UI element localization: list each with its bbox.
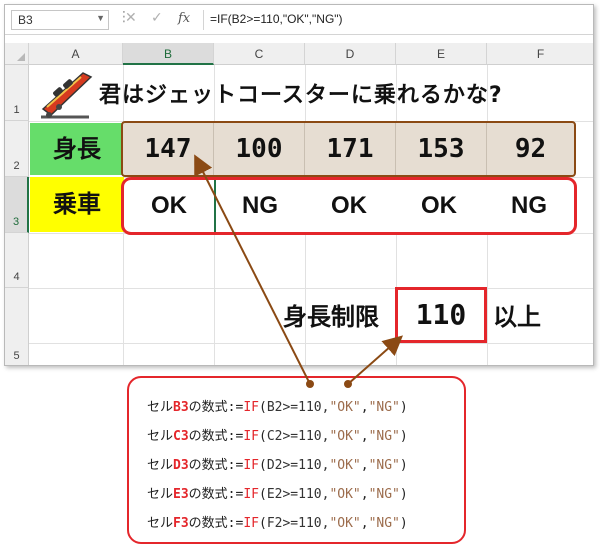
- formula-note: セルB3の数式:=IF(B2>=110,"OK","NG") セルC3の数式:=…: [127, 376, 466, 544]
- height-limit-suffix: 以上: [493, 303, 541, 331]
- excel-window: B3 ▼ ⋮ ✕ ✓ fx =IF(B2>=110,"OK","NG") A B…: [4, 4, 594, 366]
- ride-label-cell[interactable]: 乗車: [30, 177, 124, 232]
- result-cell-d3[interactable]: OK: [304, 180, 394, 232]
- height-label-cell[interactable]: 身長: [30, 123, 124, 175]
- result-cell-e3[interactable]: OK: [394, 180, 484, 232]
- height-cell-b2[interactable]: 147: [123, 123, 214, 175]
- name-box-value: B3: [18, 13, 33, 27]
- enter-icon[interactable]: ✓: [151, 10, 163, 26]
- chevron-down-icon[interactable]: ▼: [96, 13, 105, 23]
- insert-function-icon[interactable]: fx: [178, 11, 190, 26]
- row-header-4[interactable]: 4: [5, 233, 29, 288]
- height-values-row: 147 100 171 153 92: [121, 121, 576, 177]
- row-header-1[interactable]: 1: [5, 65, 29, 121]
- select-all-corner[interactable]: [5, 43, 29, 65]
- row-header-2[interactable]: 2: [5, 121, 29, 177]
- height-limit-cell[interactable]: 110: [395, 287, 487, 343]
- height-cell-f2[interactable]: 92: [487, 123, 574, 175]
- result-cell-f3[interactable]: NG: [484, 180, 574, 232]
- page-title: 君はジェットコースターに乗れるかな?: [99, 83, 503, 108]
- column-header-f[interactable]: F: [487, 43, 593, 65]
- ride-results-row: OK NG OK OK NG: [121, 177, 577, 235]
- height-cell-d2[interactable]: 171: [305, 123, 396, 175]
- column-header-b[interactable]: B: [123, 43, 214, 65]
- height-limit-label: 身長制限: [283, 303, 379, 331]
- height-cell-c2[interactable]: 100: [214, 123, 305, 175]
- result-cell-c3[interactable]: NG: [214, 180, 304, 232]
- title-row: 君はジェットコースターに乗れるかな?: [29, 65, 593, 121]
- column-header-a[interactable]: A: [29, 43, 123, 65]
- note-line: セルB3の数式:=IF(B2>=110,"OK","NG"): [147, 400, 408, 415]
- formula-text: =IF(B2>=110,"OK","NG"): [210, 12, 343, 26]
- note-line: セルD3の数式:=IF(D2>=110,"OK","NG"): [147, 458, 408, 473]
- cancel-icon[interactable]: ✕: [125, 10, 137, 26]
- roller-coaster-icon: [41, 72, 93, 119]
- formula-bar: B3 ▼ ⋮ ✕ ✓ fx =IF(B2>=110,"OK","NG"): [5, 5, 593, 35]
- row-header-3[interactable]: 3: [5, 177, 29, 233]
- result-cell-b3[interactable]: OK: [124, 180, 214, 232]
- note-line: セルC3の数式:=IF(C2>=110,"OK","NG"): [147, 429, 408, 444]
- column-header-d[interactable]: D: [305, 43, 396, 65]
- height-cell-e2[interactable]: 153: [396, 123, 487, 175]
- row-header-5[interactable]: 5: [5, 288, 29, 365]
- formula-input[interactable]: =IF(B2>=110,"OK","NG"): [203, 10, 593, 30]
- note-line: セルE3の数式:=IF(E2>=110,"OK","NG"): [147, 487, 408, 502]
- note-line: セルF3の数式:=IF(F2>=110,"OK","NG"): [147, 516, 408, 531]
- sheet-grid[interactable]: A B C D E F 1 2 3 4 5 君はジェットコースターに乗れるかな?…: [5, 43, 593, 365]
- name-box[interactable]: B3 ▼: [11, 10, 109, 30]
- column-header-c[interactable]: C: [214, 43, 305, 65]
- column-header-e[interactable]: E: [396, 43, 487, 65]
